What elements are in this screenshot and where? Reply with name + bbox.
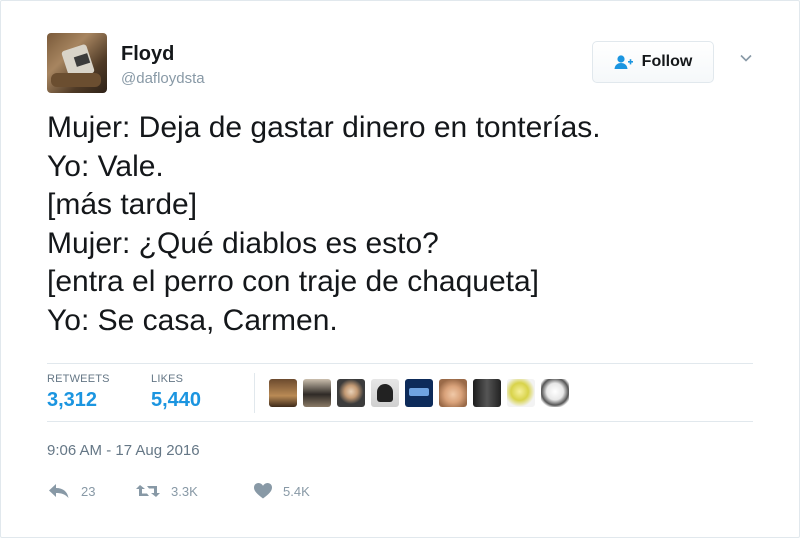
tweet-line: Mujer: ¿Qué diablos es esto? xyxy=(47,226,439,260)
likes-label: LIKES xyxy=(151,373,184,385)
follow-user-icon xyxy=(614,54,634,70)
tweet-card: Floyd @dafloydsta Follow Mujer: Deja de … xyxy=(0,0,800,538)
tweet-line: [más tarde] xyxy=(47,188,198,221)
liker-avatar[interactable] xyxy=(405,379,433,407)
divider xyxy=(47,421,753,422)
likes-count: 5,440 xyxy=(151,389,202,411)
tweet-header: Floyd @dafloydsta Follow xyxy=(47,33,759,95)
like-count: 5.4K xyxy=(283,483,310,499)
liker-avatars xyxy=(269,379,569,407)
tweet-line: Yo: Vale. xyxy=(47,149,164,183)
reply-button[interactable]: 23 xyxy=(47,481,95,501)
chevron-down-icon[interactable] xyxy=(737,49,755,67)
tweet-actions: 23 3.3K 5.4K xyxy=(47,481,447,505)
reply-icon xyxy=(47,481,71,501)
user-handle[interactable]: @dafloydsta xyxy=(121,70,205,87)
retweet-button[interactable]: 3.3K xyxy=(135,481,198,501)
liker-avatar[interactable] xyxy=(337,379,365,407)
like-button[interactable]: 5.4K xyxy=(253,481,310,501)
liker-avatar[interactable] xyxy=(303,379,331,407)
follow-label: Follow xyxy=(641,53,693,70)
follow-button[interactable]: Follow xyxy=(592,41,714,83)
liker-avatar[interactable] xyxy=(507,379,535,407)
tweet-line: Mujer: Deja de gastar dinero en tontería… xyxy=(47,111,601,144)
likes-stat[interactable]: LIKES 5,440 xyxy=(151,373,201,412)
tweet-line: [entra el perro con traje de chaqueta] xyxy=(47,265,539,298)
tweet-text: Mujer: Deja de gastar dinero en tontería… xyxy=(47,109,767,340)
retweet-icon xyxy=(135,481,161,501)
reply-count: 23 xyxy=(81,483,96,499)
liker-avatar[interactable] xyxy=(371,379,399,407)
user-name[interactable]: Floyd xyxy=(121,43,174,66)
avatar[interactable] xyxy=(47,33,107,93)
stats-separator xyxy=(254,373,255,413)
retweet-count: 3.3K xyxy=(171,483,198,499)
retweets-count: 3,312 xyxy=(47,389,98,411)
tweet-line: Yo: Se casa, Carmen. xyxy=(47,303,338,337)
retweets-stat[interactable]: RETWEETS 3,312 xyxy=(47,373,110,412)
heart-icon xyxy=(253,481,273,501)
liker-avatar[interactable] xyxy=(473,379,501,407)
retweets-label: RETWEETS xyxy=(47,373,110,385)
tweet-timestamp[interactable]: 9:06 AM - 17 Aug 2016 xyxy=(47,442,200,459)
liker-avatar[interactable] xyxy=(541,379,569,407)
tweet-stats: RETWEETS 3,312 LIKES 5,440 xyxy=(47,363,753,421)
liker-avatar[interactable] xyxy=(439,379,467,407)
liker-avatar[interactable] xyxy=(269,379,297,407)
